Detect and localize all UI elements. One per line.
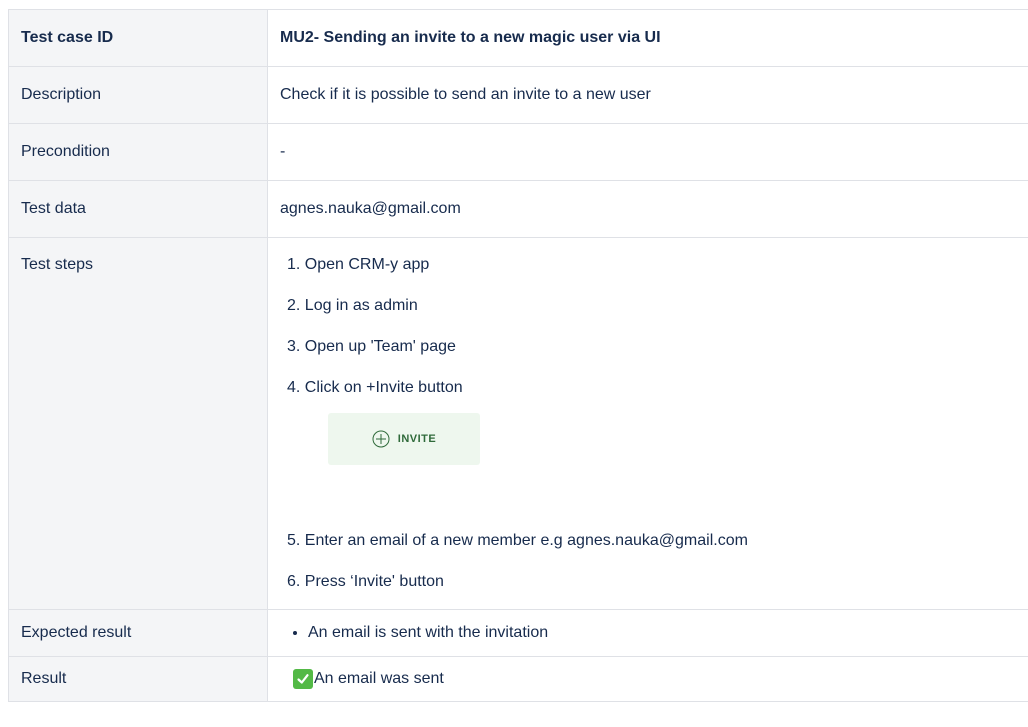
steps-list: 1. Open CRM-y app 2. Log in as admin 3. … (280, 238, 1028, 592)
expected-result-list: An email is sent with the invitation (280, 623, 1028, 643)
test-case-table: Test case ID MU2- Sending an invite to a… (8, 9, 1028, 702)
table-row-description: Description Check if it is possible to s… (8, 66, 1028, 124)
table-row-header: Test case ID MU2- Sending an invite to a… (8, 9, 1028, 67)
test-data-label: Test data (8, 180, 268, 238)
description-value: Check if it is possible to send an invit… (267, 66, 1028, 124)
result-value-cell: An email was sent (267, 656, 1028, 702)
table-row-precondition: Precondition - (8, 123, 1028, 181)
test-steps-cell: Test steps (8, 237, 268, 610)
list-item: An email is sent with the invitation (308, 623, 1028, 643)
invite-button-illustration: INVITE (287, 413, 1028, 510)
test-case-id-value: MU2- Sending an invite to a new magic us… (267, 9, 1028, 67)
step-item: 4. Click on +Invite button (287, 379, 463, 396)
invite-button-label: INVITE (397, 433, 437, 445)
test-data-value: agnes.nauka@gmail.com (267, 180, 1028, 238)
precondition-value: - (267, 123, 1028, 181)
step-item: 2. Log in as admin (287, 297, 418, 314)
result-value: An email was sent (314, 670, 444, 687)
table-row-test-steps: Test steps 1. Open CRM-y app 2. Log in a… (8, 237, 1028, 610)
table-row-test-data: Test data agnes.nauka@gmail.com (8, 180, 1028, 238)
check-mark-icon (293, 669, 313, 689)
step-item: 5. Enter an email of a new member e.g ag… (287, 532, 748, 549)
step-item: 6. Press ‘Invite' button (287, 573, 444, 590)
precondition-label: Precondition (8, 123, 268, 181)
expected-result-value: An email is sent with the invitation (267, 609, 1028, 657)
step-item: 3. Open up 'Team' page (287, 338, 456, 355)
plus-circle-icon (372, 430, 390, 448)
test-steps-value: 1. Open CRM-y app 2. Log in as admin 3. … (267, 237, 1028, 610)
table-row-expected-result: Expected result An email is sent with th… (8, 609, 1028, 657)
result-label: Result (8, 656, 268, 702)
expected-result-label: Expected result (8, 609, 268, 657)
test-case-id-label: Test case ID (8, 9, 268, 67)
table-row-result: Result An email was sent (8, 656, 1028, 702)
test-steps-label: Test steps (21, 256, 94, 273)
step-item: 1. Open CRM-y app (287, 256, 430, 273)
description-label: Description (8, 66, 268, 124)
result-line: An email was sent (280, 669, 1028, 689)
invite-button[interactable]: INVITE (328, 413, 480, 465)
